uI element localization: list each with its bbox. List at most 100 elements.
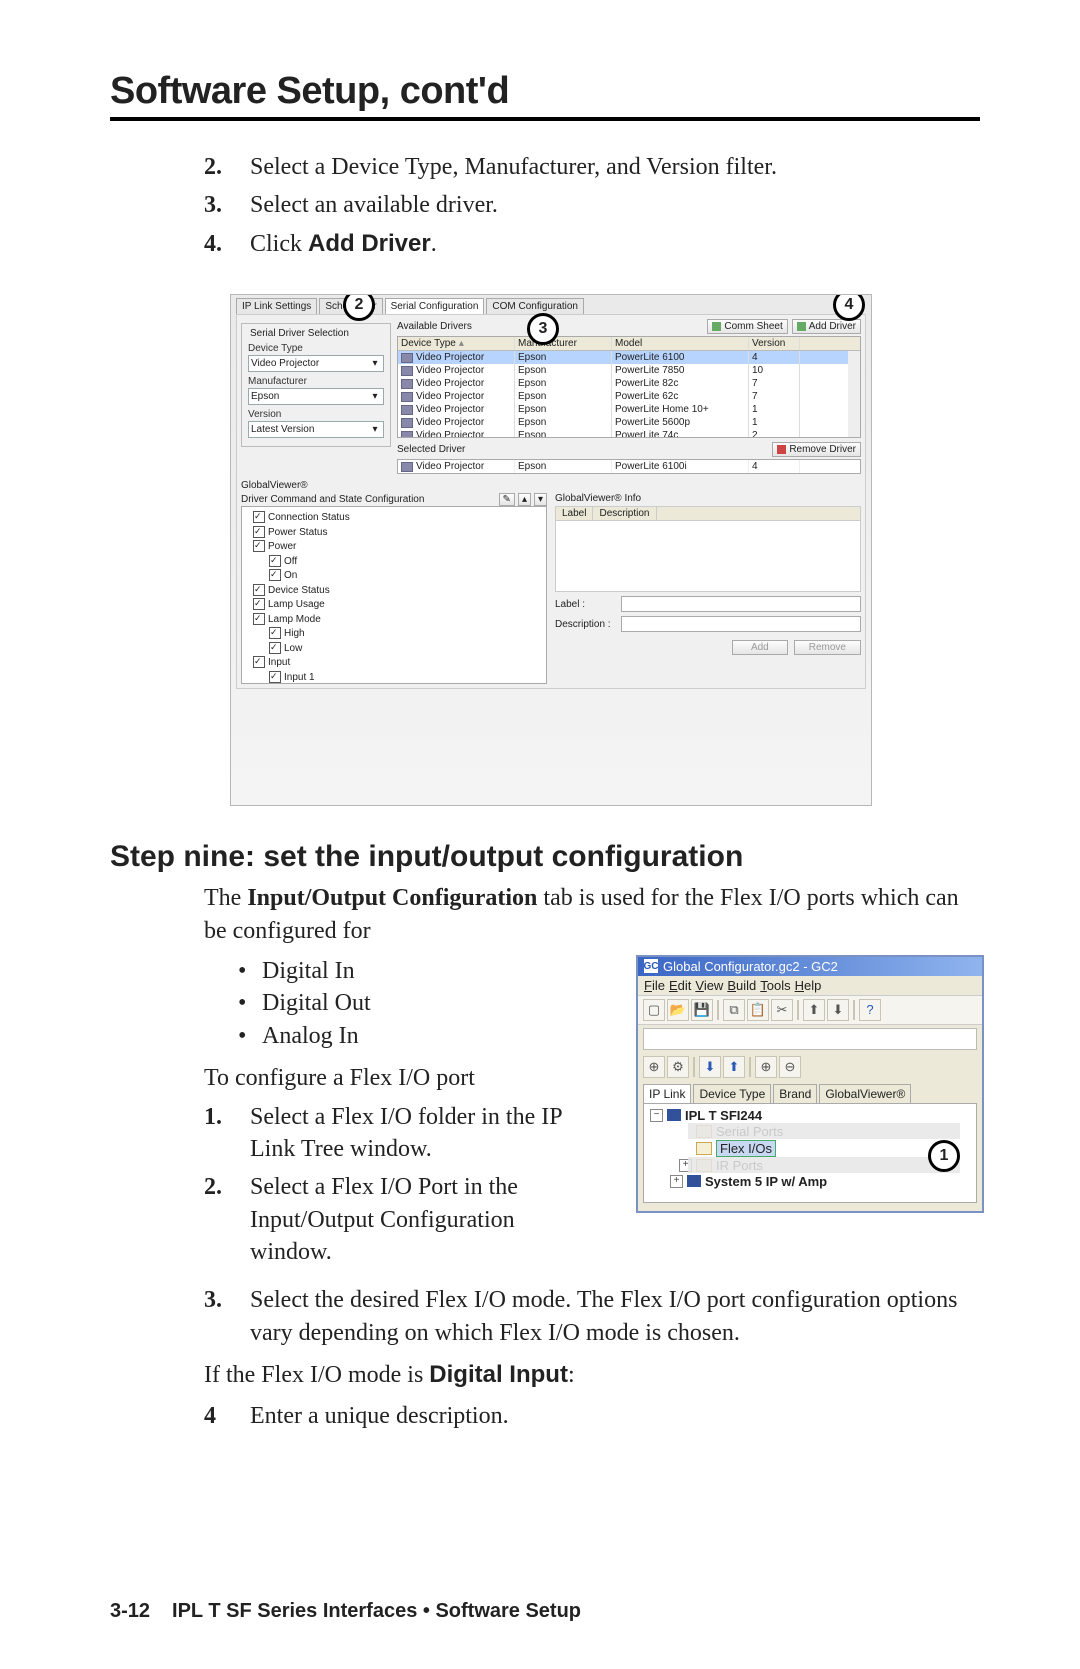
device-conf-icon[interactable]: ⚙: [667, 1056, 689, 1078]
cut-icon[interactable]: ✂: [771, 999, 793, 1021]
add-driver-button[interactable]: Add Driver: [792, 319, 861, 334]
table-row[interactable]: Video ProjectorEpsonPowerLite 5600p1: [398, 416, 848, 429]
tree-sys5[interactable]: System 5 IP w/ Amp: [705, 1174, 827, 1189]
device-type-label: Device Type: [248, 343, 384, 354]
tree-item[interactable]: Lamp Mode: [247, 612, 541, 627]
tree-item[interactable]: Power Status: [247, 525, 541, 540]
device-type-combo[interactable]: Video Projector▾: [248, 355, 384, 372]
version-label: Version: [248, 409, 384, 420]
down-icon[interactable]: ▾: [534, 493, 547, 506]
remove-button[interactable]: Remove: [794, 640, 861, 655]
text-post: .: [431, 231, 437, 257]
tree-item[interactable]: High: [247, 626, 541, 641]
step-num: 3.: [204, 1284, 250, 1349]
menu-edit[interactable]: Edit: [669, 978, 691, 993]
menu-build[interactable]: Build: [727, 978, 756, 993]
collapse-icon[interactable]: −: [650, 1109, 663, 1122]
col-model[interactable]: Model: [612, 337, 749, 350]
manufacturer-combo[interactable]: Epson▾: [248, 388, 384, 405]
expand-icon[interactable]: +: [670, 1175, 683, 1188]
if-post: :: [568, 1362, 575, 1388]
tree-item[interactable]: Input: [247, 655, 541, 670]
dcsc-title: Driver Command and State Configuration: [241, 494, 424, 505]
upload-icon[interactable]: ⬆: [803, 999, 825, 1021]
col-label: Device Type: [401, 338, 456, 349]
paste-icon[interactable]: 📋: [747, 999, 769, 1021]
menu-tools[interactable]: Tools: [760, 978, 790, 993]
copy-icon[interactable]: ⧉: [723, 999, 745, 1021]
tree-item[interactable]: Input 1: [247, 670, 541, 685]
comm-sheet-button[interactable]: Comm Sheet: [707, 319, 787, 334]
address-combo[interactable]: [643, 1028, 977, 1050]
tab-com[interactable]: COM Configuration: [486, 298, 584, 314]
tree-item[interactable]: Power: [247, 539, 541, 554]
label-input[interactable]: [621, 596, 861, 612]
description-input[interactable]: [621, 616, 861, 632]
tab-iplink[interactable]: IP Link Settings: [236, 298, 317, 314]
iplink-tree[interactable]: −IPL T SFI244 Serial Ports Flex I/Os +IR…: [643, 1103, 977, 1203]
table-row[interactable]: Video ProjectorEpsonPowerLite Home 10+1: [398, 403, 848, 416]
table-row[interactable]: Video ProjectorEpsonPowerLite 74c2: [398, 429, 848, 437]
tree-root[interactable]: IPL T SFI244: [685, 1108, 762, 1123]
gv-info-list: [555, 521, 861, 592]
sheet-icon: [712, 322, 721, 331]
tab-brand[interactable]: Brand: [773, 1084, 817, 1103]
tab-serial[interactable]: Serial Configuration: [385, 298, 485, 314]
tree-flex-selected[interactable]: Flex I/Os: [716, 1140, 776, 1157]
tab-device-type[interactable]: Device Type: [693, 1084, 771, 1103]
window-titlebar: GC Global Configurator.gc2 - GC2: [638, 957, 982, 976]
desc-field-label: Description :: [555, 619, 621, 630]
arrow-down-icon[interactable]: ⬇: [699, 1056, 721, 1078]
col-version[interactable]: Version: [749, 337, 800, 350]
if-bold: Digital Input: [429, 1361, 568, 1388]
bullet-text: Digital Out: [262, 987, 371, 1019]
menu-file[interactable]: File: [644, 978, 665, 993]
globalviewer-title: GlobalViewer®: [241, 480, 861, 491]
menu-bar[interactable]: File Edit View Build Tools Help: [638, 976, 982, 995]
col-device-type[interactable]: Device Type ▴: [398, 337, 515, 350]
btn-label: Remove Driver: [789, 444, 856, 455]
col-desc: Description: [593, 507, 656, 520]
chevron-down-icon: ▾: [369, 391, 381, 402]
toolbar-1: ▢ 📂 💾 ⧉ 📋 ✂ ⬆ ⬇ ?: [638, 995, 982, 1025]
version-combo[interactable]: Latest Version▾: [248, 421, 384, 438]
minus-icon[interactable]: ⊖: [779, 1056, 801, 1078]
page-title: Software Setup, cont'd: [110, 70, 980, 113]
remove-driver-button[interactable]: Remove Driver: [772, 442, 861, 457]
gv-info-title: GlobalViewer® Info: [555, 493, 861, 504]
tree-item[interactable]: Connection Status: [247, 510, 541, 525]
plus-icon[interactable]: ⊕: [755, 1056, 777, 1078]
new-icon[interactable]: ▢: [643, 999, 665, 1021]
command-tree[interactable]: Connection StatusPower StatusPowerOffOnD…: [241, 506, 547, 684]
tree-item[interactable]: Lamp Usage: [247, 597, 541, 612]
arrow-up-icon[interactable]: ⬆: [723, 1056, 745, 1078]
tree-item[interactable]: On: [247, 568, 541, 583]
table-row[interactable]: Video ProjectorEpsonPowerLite 82c7: [398, 377, 848, 390]
s9-step-2: 2. Select a Flex I/O Port in the Input/O…: [204, 1171, 600, 1268]
table-row[interactable]: Video ProjectorEpsonPowerLite 62c7: [398, 390, 848, 403]
col-manufacturer[interactable]: Manufacturer: [515, 337, 612, 350]
wand-icon[interactable]: ✎: [499, 493, 515, 506]
step-num: 3.: [204, 189, 250, 221]
device-add-icon[interactable]: ⊕: [643, 1056, 665, 1078]
step-text: Select a Device Type, Manufacturer, and …: [250, 151, 980, 183]
table-row[interactable]: Video ProjectorEpsonPowerLite 785010: [398, 364, 848, 377]
save-icon[interactable]: 💾: [691, 999, 713, 1021]
table-row[interactable]: Video ProjectorEpsonPowerLite 61004: [398, 351, 848, 364]
s9-step-3: 3. Select the desired Flex I/O mode. The…: [204, 1284, 980, 1349]
help-icon[interactable]: ?: [859, 999, 881, 1021]
add-button[interactable]: Add: [732, 640, 788, 655]
up-icon[interactable]: ▴: [518, 493, 531, 506]
download-icon[interactable]: ⬇: [827, 999, 849, 1021]
available-drivers-grid[interactable]: Device Type ▴ Manufacturer Model Version…: [397, 336, 861, 438]
tab-globalviewer[interactable]: GlobalViewer®: [819, 1084, 911, 1103]
open-icon[interactable]: 📂: [667, 999, 689, 1021]
selected-driver-row: Video Projector Epson PowerLite 6100i 4: [397, 459, 861, 474]
tree-item[interactable]: Low: [247, 641, 541, 656]
tree-item[interactable]: Off: [247, 554, 541, 569]
tab-iplink[interactable]: IP Link: [643, 1084, 691, 1103]
tree-item[interactable]: Device Status: [247, 583, 541, 598]
menu-help[interactable]: Help: [795, 978, 822, 993]
menu-view[interactable]: View: [695, 978, 723, 993]
step-text: Enter a unique description.: [250, 1400, 980, 1432]
